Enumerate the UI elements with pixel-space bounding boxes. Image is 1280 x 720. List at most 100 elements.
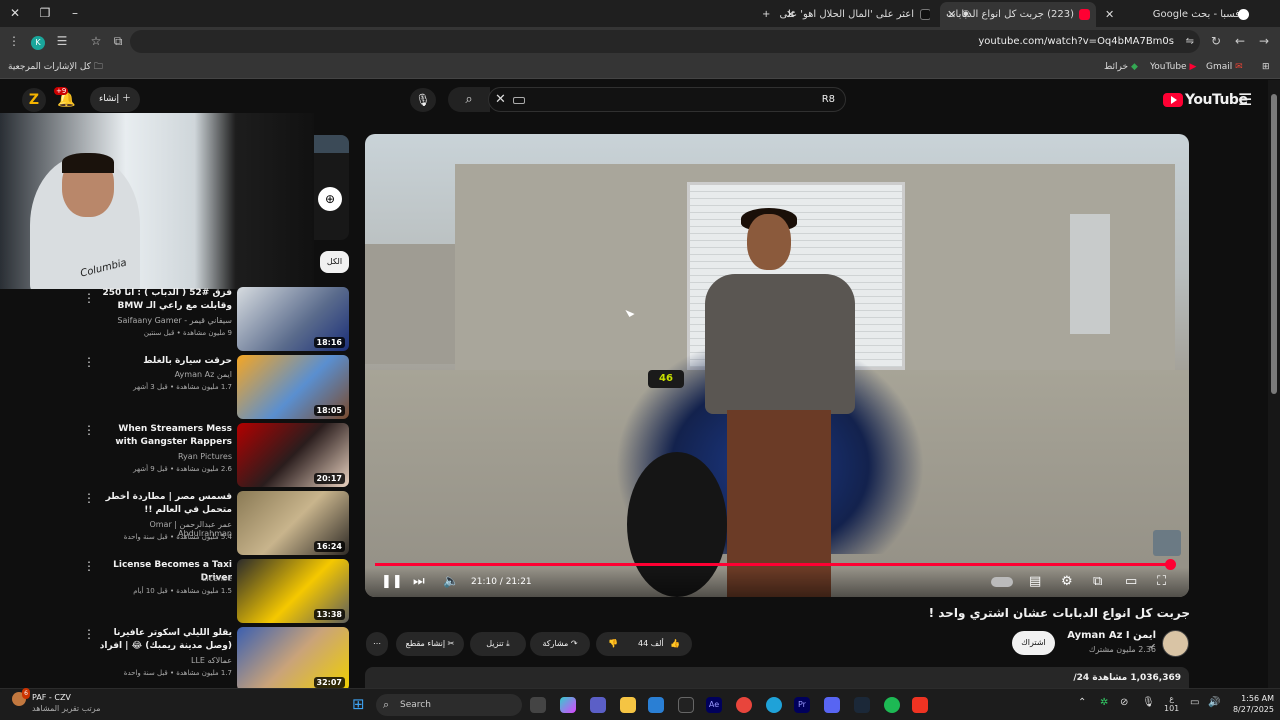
theater-mode-icon[interactable]: ▭ — [1125, 572, 1137, 592]
bookmark-gmail[interactable]: Gmail ✉ — [1206, 56, 1243, 78]
teams-icon[interactable] — [590, 697, 606, 713]
rec-title[interactable]: يقلو الليلي اسكوتر عافيرنا (وصل مدينة ري… — [96, 627, 232, 654]
subtitles-icon[interactable]: ▤ — [1029, 572, 1041, 592]
list-item[interactable]: ⋮ حرقت سيارة بالغلط ايمن Ayman Az 1.7 مل… — [0, 355, 352, 421]
bookmark-star-icon[interactable]: ☆ — [86, 27, 106, 56]
volume-icon[interactable]: 🔈 — [443, 572, 459, 592]
tab-google-search[interactable]: ✕ فسبا - بحث Google — [1100, 2, 1260, 27]
rec-channel[interactable]: عمالاكه LLE — [96, 656, 232, 665]
close-window-icon[interactable]: ✕ — [0, 0, 30, 27]
keyboard-icon[interactable] — [513, 97, 525, 104]
github-icon[interactable] — [678, 697, 694, 713]
kebab-menu-icon[interactable]: ⋮ — [4, 27, 24, 56]
rec-channel[interactable]: License — [96, 574, 232, 583]
download-button[interactable]: تنزيل ⤓ — [470, 632, 526, 656]
pause-icon[interactable]: ❚❚ — [381, 572, 403, 592]
tray-display-icon[interactable]: ▭ — [1190, 697, 1199, 708]
list-item[interactable]: ⋮ License Becomes a Taxi Driver License … — [0, 559, 352, 625]
create-button[interactable]: إنشاء ＋ — [90, 87, 140, 112]
like-icon[interactable]: 👍 — [670, 632, 680, 656]
taskbar-clock[interactable]: 1:56 AM 8/27/2025 — [1228, 693, 1274, 715]
apps-grid-icon[interactable]: ⊞ — [1262, 56, 1270, 78]
address-bar[interactable]: youtube.com/watch?v=Oq4bMA7Bm0s ⇋ — [130, 30, 1200, 53]
forward-icon[interactable]: ← — [1230, 27, 1250, 56]
more-options-icon[interactable]: ⋮ — [83, 355, 95, 369]
rec-channel[interactable]: Ryan Pictures — [96, 452, 232, 461]
list-item[interactable]: ⋮ When Streamers Mess with Gangster Rapp… — [0, 423, 352, 489]
more-options-icon[interactable]: ⋮ — [83, 291, 95, 305]
task-view-icon[interactable] — [530, 697, 546, 713]
more-options-icon[interactable]: ⋮ — [83, 627, 95, 641]
rec-thumbnail[interactable]: 13:38 — [237, 559, 349, 623]
share-button[interactable]: مشاركة ↷ — [530, 632, 590, 656]
minimize-window-icon[interactable]: – — [60, 0, 90, 27]
after-effects-icon[interactable]: Ae — [706, 697, 722, 713]
chrome-icon[interactable] — [736, 697, 752, 713]
channel-avatar[interactable] — [1162, 630, 1189, 657]
copilot-icon[interactable] — [560, 697, 576, 713]
rec-thumbnail[interactable]: 20:17 — [237, 423, 349, 487]
list-item[interactable]: ⋮ يقلو الليلي اسكوتر عافيرنا (وصل مدينة … — [0, 627, 352, 693]
account-avatar[interactable]: Z — [22, 88, 46, 112]
more-options-icon[interactable]: ⋮ — [83, 559, 95, 573]
fullscreen-icon[interactable]: ⛶ — [1157, 572, 1166, 592]
subscribe-button[interactable]: اشتراك — [1012, 631, 1055, 655]
profile-avatar[interactable]: K — [28, 27, 48, 56]
site-settings-icon[interactable]: ⇋ — [1186, 30, 1194, 53]
end-screen-thumbnail[interactable] — [1153, 530, 1181, 556]
file-explorer-icon[interactable] — [620, 697, 636, 713]
tab-close-icon[interactable]: ✕ — [1105, 2, 1114, 27]
url-text[interactable]: youtube.com/watch?v=Oq4bMA7Bm0s — [978, 30, 1174, 53]
dislike-icon[interactable]: 👎 — [608, 632, 618, 656]
more-options-icon[interactable]: ⋮ — [83, 423, 95, 437]
premiere-icon[interactable]: Pr — [794, 697, 810, 713]
rec-thumbnail[interactable]: 32:07 — [237, 627, 349, 691]
voice-search-icon[interactable]: 🎙 — [410, 88, 436, 112]
spotify-icon[interactable] — [884, 697, 900, 713]
progress-scrubber[interactable] — [1165, 559, 1176, 570]
weather-widget[interactable]: 6 PAF - CZV مرتب تقرير المشاهد — [12, 688, 100, 713]
steam-icon[interactable] — [854, 697, 870, 713]
settings-gear-icon[interactable]: ⚙ — [1061, 572, 1073, 592]
guide-menu-icon[interactable]: ☰ — [1238, 88, 1252, 112]
obs-icon[interactable] — [912, 697, 928, 713]
list-item[interactable]: ⋮ فزق #52 ( الدباب ) : انا 250 وقابلت مع… — [0, 287, 352, 353]
channel-name-text[interactable]: ايمن Ayman Az I — [1067, 630, 1156, 641]
edge-icon[interactable] — [766, 697, 782, 713]
language-indicator[interactable]: ع 101 — [1164, 694, 1179, 714]
clear-search-icon[interactable]: ✕ — [495, 88, 506, 111]
tray-network-icon[interactable]: ⊘ — [1120, 697, 1128, 708]
rec-thumbnail[interactable]: 16:24 — [237, 491, 349, 555]
autoplay-toggle[interactable] — [991, 572, 1013, 592]
new-tab-button[interactable]: + — [762, 2, 774, 27]
youtube-logo[interactable]: YouTube — [1163, 88, 1248, 112]
clip-button[interactable]: إنشاء مقطع ✂ — [396, 632, 464, 656]
list-item[interactable]: ⋮ قسمس مصر | مطاردة أخطر متحمل في العالم… — [0, 491, 352, 557]
like-count[interactable]: 44 ألف — [638, 632, 664, 656]
tray-volume-icon[interactable]: 🔊 — [1208, 697, 1220, 708]
sidebar-ad[interactable]: ⊕ — [314, 135, 349, 240]
notifications-bell-icon[interactable]: 🔔 +9 — [54, 87, 76, 108]
tray-app-icon[interactable]: ✲ — [1100, 697, 1108, 708]
all-bookmarks-link[interactable]: كل الإشارات المرجعية 🗀 — [8, 56, 103, 78]
rec-title[interactable]: قسمس مصر | مطاردة أخطر متحمل في العالم !… — [96, 491, 232, 517]
tray-mic-icon[interactable]: 🎙 — [1142, 697, 1155, 708]
scrollbar-thumb[interactable] — [1271, 94, 1277, 394]
more-options-icon[interactable]: ⋮ — [83, 491, 95, 505]
more-actions-button[interactable]: ⋯ — [366, 632, 388, 656]
miniplayer-icon[interactable]: ⧉ — [1093, 572, 1102, 592]
rec-channel[interactable]: ايمن Ayman Az — [96, 370, 232, 379]
share-page-icon[interactable]: ⧉ — [108, 27, 128, 56]
discord-icon[interactable] — [824, 697, 840, 713]
rec-title[interactable]: When Streamers Mess with Gangster Rapper… — [96, 423, 232, 449]
rec-thumbnail[interactable]: 18:16 — [237, 287, 349, 351]
rec-thumbnail[interactable]: 18:05 — [237, 355, 349, 419]
search-input[interactable]: ✕ R8 — [488, 87, 846, 112]
taskbar-search[interactable]: ⌕ Search — [376, 694, 522, 716]
tab-mal-halal[interactable]: ✕ اعثر على 'المال الحلال اهو' على — [760, 2, 930, 27]
back-icon[interactable]: → — [1254, 27, 1274, 56]
page-scrollbar[interactable] — [1268, 80, 1280, 688]
restore-window-icon[interactable]: ❐ — [30, 0, 60, 27]
bookmark-maps[interactable]: خرائط ◆ — [1104, 56, 1138, 78]
tray-overflow-icon[interactable]: ⌃ — [1078, 697, 1086, 708]
